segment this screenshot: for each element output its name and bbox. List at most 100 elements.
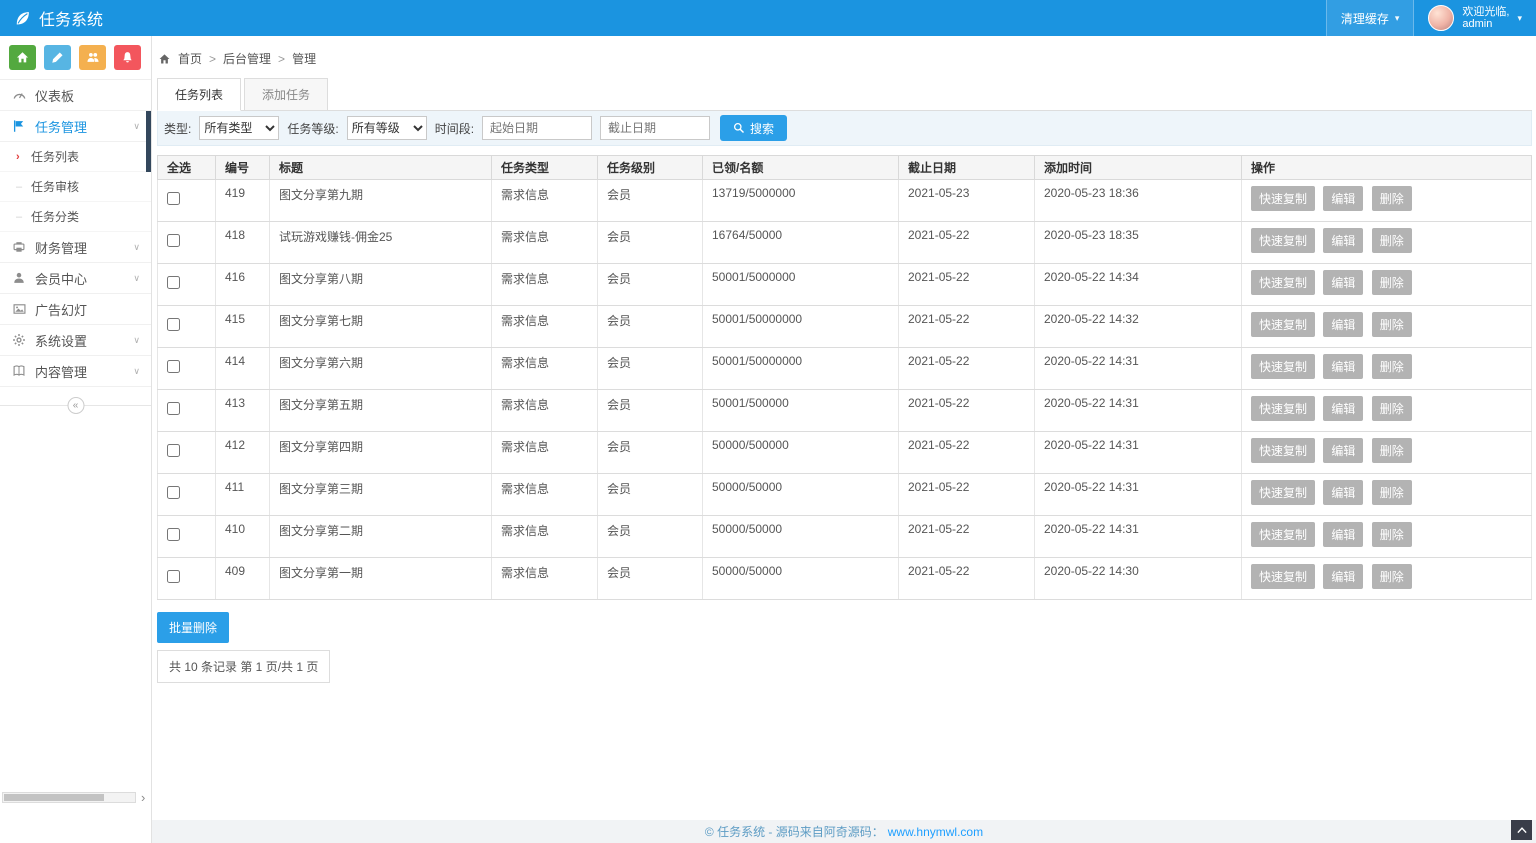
sidebar: 仪表板 任务管理 ∨ › 任务列表 ‒ 任务审核 ‒ 任务分类 财务管理 ∨ 会… — [0, 36, 152, 843]
sidebar-subitem-task-list[interactable]: › 任务列表 — [0, 142, 151, 172]
welcome-text: 欢迎光临, admin — [1462, 6, 1509, 30]
type-filter-select[interactable]: 所有类型 — [199, 116, 279, 140]
task-title-cell: 图文分享第六期 — [270, 348, 492, 390]
home-icon — [158, 53, 171, 65]
delete-button[interactable]: 删除 — [1372, 438, 1412, 463]
quick-copy-button[interactable]: 快速复制 — [1251, 564, 1315, 589]
sidebar-item-finance[interactable]: 财务管理 ∨ — [0, 232, 151, 263]
sidebar-item-ads[interactable]: 广告幻灯 — [0, 294, 151, 325]
edit-button[interactable]: 编辑 — [1323, 396, 1363, 421]
tab-task-list[interactable]: 任务列表 — [157, 78, 241, 111]
search-button[interactable]: 搜索 — [720, 115, 787, 141]
table-header-row: 全选 编号 标题 任务类型 任务级别 已领/名额 截止日期 添加时间 操作 — [158, 156, 1532, 180]
end-date-input[interactable] — [600, 116, 710, 140]
delete-button[interactable]: 删除 — [1372, 480, 1412, 505]
quick-copy-button[interactable]: 快速复制 — [1251, 228, 1315, 253]
edit-button[interactable]: 编辑 — [1323, 186, 1363, 211]
quick-copy-button[interactable]: 快速复制 — [1251, 270, 1315, 295]
back-to-top-button[interactable] — [1511, 820, 1532, 840]
edit-button[interactable]: 编辑 — [1323, 354, 1363, 379]
tab-bar: 任务列表 添加任务 — [157, 78, 1532, 111]
row-checkbox[interactable] — [167, 486, 180, 499]
row-checkbox[interactable] — [167, 402, 180, 415]
edit-button[interactable]: 编辑 — [1323, 228, 1363, 253]
batch-delete-button[interactable]: 批量删除 — [157, 612, 229, 643]
edit-button[interactable]: 编辑 — [1323, 564, 1363, 589]
scrollbar-arrow-icon[interactable]: › — [141, 790, 145, 805]
quick-copy-button[interactable]: 快速复制 — [1251, 480, 1315, 505]
breadcrumb-admin[interactable]: 后台管理 — [223, 50, 271, 67]
task-deadline-cell: 2021-05-22 — [899, 390, 1035, 432]
sidebar-collapse-button[interactable]: « — [67, 397, 84, 414]
clear-cache-button[interactable]: 清理缓存 ▾ — [1326, 0, 1415, 36]
breadcrumb-home[interactable]: 首页 — [178, 50, 202, 67]
finance-icon — [11, 240, 27, 254]
tab-add-task[interactable]: 添加任务 — [244, 78, 328, 111]
quick-copy-button[interactable]: 快速复制 — [1251, 396, 1315, 421]
app-title: 任务系统 — [39, 6, 103, 30]
users-quick-button[interactable] — [79, 45, 106, 70]
footer-link[interactable]: www.hnymwl.com — [888, 825, 983, 839]
quick-copy-button[interactable]: 快速复制 — [1251, 522, 1315, 547]
task-level-cell: 会员 — [598, 516, 703, 558]
row-checkbox[interactable] — [167, 276, 180, 289]
delete-button[interactable]: 删除 — [1372, 354, 1412, 379]
row-checkbox[interactable] — [167, 360, 180, 373]
task-id-cell: 415 — [216, 306, 270, 348]
row-checkbox[interactable] — [167, 234, 180, 247]
edit-button[interactable]: 编辑 — [1323, 438, 1363, 463]
users-icon — [86, 51, 100, 64]
edit-button[interactable]: 编辑 — [1323, 480, 1363, 505]
row-checkbox[interactable] — [167, 528, 180, 541]
task-title-cell: 图文分享第八期 — [270, 264, 492, 306]
edit-button[interactable]: 编辑 — [1323, 270, 1363, 295]
sidebar-horizontal-scrollbar[interactable] — [2, 792, 136, 803]
edit-quick-button[interactable] — [44, 45, 71, 70]
col-header-actions: 操作 — [1242, 156, 1532, 180]
home-quick-button[interactable] — [9, 45, 36, 70]
row-checkbox[interactable] — [167, 318, 180, 331]
delete-button[interactable]: 删除 — [1372, 270, 1412, 295]
app-brand[interactable]: 任务系统 — [0, 0, 117, 36]
delete-button[interactable]: 删除 — [1372, 396, 1412, 421]
user-menu[interactable]: 欢迎光临, admin ▾ — [1414, 0, 1536, 36]
home-icon — [16, 51, 29, 64]
quick-copy-button[interactable]: 快速复制 — [1251, 354, 1315, 379]
delete-button[interactable]: 删除 — [1372, 564, 1412, 589]
top-header: 任务系统 清理缓存 ▾ 欢迎光临, admin ▾ — [0, 0, 1536, 36]
quick-copy-button[interactable]: 快速复制 — [1251, 186, 1315, 211]
task-title-cell: 图文分享第四期 — [270, 432, 492, 474]
edit-button[interactable]: 编辑 — [1323, 522, 1363, 547]
quick-copy-button[interactable]: 快速复制 — [1251, 438, 1315, 463]
task-deadline-cell: 2021-05-23 — [899, 180, 1035, 222]
delete-button[interactable]: 删除 — [1372, 522, 1412, 547]
row-checkbox[interactable] — [167, 570, 180, 583]
sidebar-subitem-task-review[interactable]: ‒ 任务审核 — [0, 172, 151, 202]
sidebar-item-member-center[interactable]: 会员中心 ∨ — [0, 263, 151, 294]
sidebar-item-content-management[interactable]: 内容管理 ∨ — [0, 356, 151, 387]
quick-copy-button[interactable]: 快速复制 — [1251, 312, 1315, 337]
row-checkbox[interactable] — [167, 192, 180, 205]
task-table: 全选 编号 标题 任务类型 任务级别 已领/名额 截止日期 添加时间 操作 41… — [157, 155, 1532, 600]
sidebar-subitem-task-category[interactable]: ‒ 任务分类 — [0, 202, 151, 232]
delete-button[interactable]: 删除 — [1372, 312, 1412, 337]
search-button-label: 搜索 — [750, 120, 774, 137]
edit-button[interactable]: 编辑 — [1323, 312, 1363, 337]
scrollbar-thumb[interactable] — [4, 794, 104, 801]
task-id-cell: 409 — [216, 558, 270, 600]
row-checkbox[interactable] — [167, 444, 180, 457]
level-filter-select[interactable]: 所有等级 — [347, 116, 427, 140]
start-date-input[interactable] — [482, 116, 592, 140]
sidebar-item-task-management[interactable]: 任务管理 ∨ — [0, 111, 151, 142]
task-level-cell: 会员 — [598, 474, 703, 516]
actions-cell: 快速复制 编辑 删除 — [1242, 264, 1532, 306]
sidebar-item-label: 会员中心 — [35, 269, 87, 288]
select-cell — [158, 474, 216, 516]
task-quota-cell: 13719/5000000 — [703, 180, 899, 222]
delete-button[interactable]: 删除 — [1372, 186, 1412, 211]
sidebar-item-label: 仪表板 — [35, 86, 74, 105]
delete-button[interactable]: 删除 — [1372, 228, 1412, 253]
notifications-quick-button[interactable] — [114, 45, 141, 70]
sidebar-item-system-settings[interactable]: 系统设置 ∨ — [0, 325, 151, 356]
sidebar-item-dashboard[interactable]: 仪表板 — [0, 80, 151, 111]
